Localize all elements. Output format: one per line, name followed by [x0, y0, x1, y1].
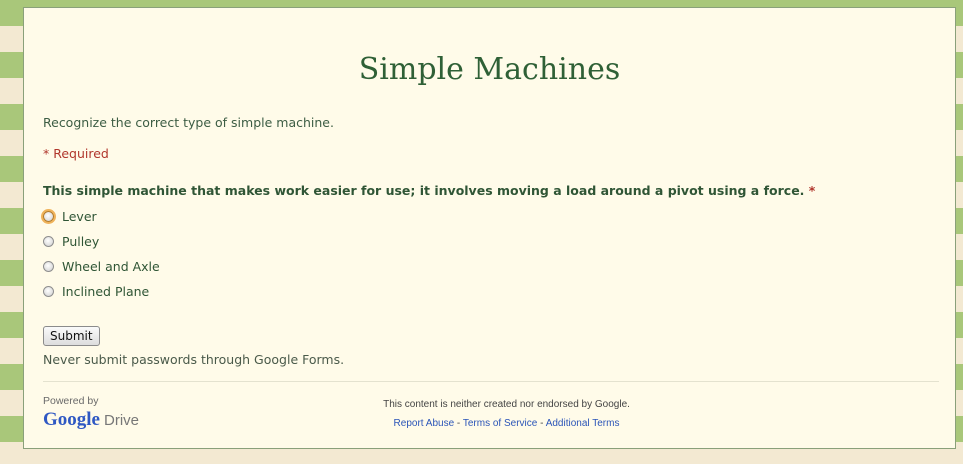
- question-label: This simple machine that makes work easi…: [43, 183, 815, 198]
- radio-button[interactable]: [43, 285, 54, 297]
- form-title: Simple Machines: [358, 52, 621, 87]
- link-separator: -: [540, 418, 544, 429]
- google-drive-logo[interactable]: Google Drive: [43, 409, 139, 431]
- terms-of-service-link[interactable]: Terms of Service: [463, 418, 537, 429]
- option-label: Pulley: [62, 233, 100, 249]
- password-warning: Never submit passwords through Google Fo…: [43, 352, 345, 367]
- google-logo-text: Google: [43, 409, 100, 430]
- report-abuse-link[interactable]: Report Abuse: [394, 418, 455, 429]
- form-container: Simple Machines Recognize the correct ty…: [23, 7, 956, 449]
- submit-button[interactable]: Submit: [43, 326, 100, 346]
- footer-divider: [43, 381, 939, 382]
- powered-by-label: Powered by: [43, 395, 99, 407]
- option-label: Lever: [62, 208, 97, 224]
- radio-button[interactable]: [43, 260, 54, 272]
- option-wheel-and-axle[interactable]: Wheel and Axle: [43, 258, 160, 274]
- disclaimer-text: This content is neither created nor endo…: [383, 399, 630, 410]
- option-pulley[interactable]: Pulley: [43, 233, 99, 249]
- option-lever[interactable]: Lever: [43, 208, 97, 224]
- required-asterisk: *: [808, 183, 816, 198]
- radio-button[interactable]: [43, 235, 54, 247]
- option-inclined-plane[interactable]: Inclined Plane: [43, 283, 149, 299]
- footer-links: Report Abuse - Terms of Service - Additi…: [374, 418, 639, 429]
- form-description: Recognize the correct type of simple mac…: [43, 115, 334, 130]
- option-label: Inclined Plane: [62, 283, 150, 299]
- drive-logo-text: Drive: [104, 412, 140, 429]
- required-note: * Required: [43, 146, 109, 161]
- option-label: Wheel and Axle: [62, 258, 160, 274]
- radio-button[interactable]: [43, 210, 54, 222]
- question-text: This simple machine that makes work easi…: [43, 183, 805, 198]
- additional-terms-link[interactable]: Additional Terms: [546, 418, 620, 429]
- link-separator: -: [456, 418, 461, 429]
